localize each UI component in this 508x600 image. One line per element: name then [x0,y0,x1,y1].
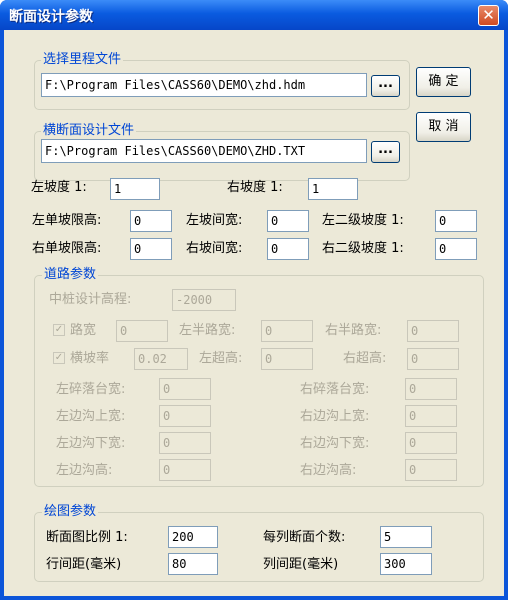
close-button[interactable]: ✕ [478,5,499,26]
right-superelevation-label: 右超高: [343,351,387,366]
left-ditch-bottom-input[interactable]: 0 [159,432,211,454]
left-ditch-bottom-label: 左边沟下宽: [56,436,126,451]
right-single-limit-label: 右单坡限高: [32,241,102,256]
road-width-input[interactable]: 0 [116,320,168,342]
right-slope-width-label: 右坡间宽: [186,241,243,256]
dialog-window: 断面设计参数 ✕ 选择里程文件 F:\Program Files\CASS60\… [0,0,508,600]
cancel-button[interactable]: 取 消 [416,112,471,142]
right-half-width-input[interactable]: 0 [407,320,459,342]
left-superelevation-label: 左超高: [199,351,243,366]
left-slope-label: 左坡度 1: [31,180,87,195]
cross-slope-label: 横坡率 [70,351,110,366]
road-params-title: 道路参数 [42,267,99,283]
road-width-checkbox[interactable]: ✓ [53,324,65,336]
sections-per-column-label: 每列断面个数: [263,530,346,545]
cross-slope-checkbox[interactable]: ✓ [53,352,65,364]
right-ditch-bottom-label: 右边沟下宽: [300,436,370,451]
mileage-file-input[interactable]: F:\Program Files\CASS60\DEMO\zhd.hdm [41,73,367,97]
column-spacing-label: 列间距(毫米) [263,557,339,572]
right-platform-width-label: 右碎落台宽: [300,382,370,397]
column-spacing-input[interactable]: 300 [380,553,432,575]
left-superelevation-input[interactable]: 0 [261,348,313,370]
ok-button[interactable]: 确 定 [416,67,471,97]
plot-params-title: 绘图参数 [42,504,99,520]
left-ditch-height-label: 左边沟高: [56,463,113,478]
right-ditch-top-input[interactable]: 0 [405,405,457,427]
sections-per-column-input[interactable]: 5 [380,526,432,548]
section-scale-input[interactable]: 200 [168,526,218,548]
right-slope-width-input[interactable]: 0 [267,238,309,260]
right-second-slope-input[interactable]: 0 [435,238,477,260]
right-ditch-height-label: 右边沟高: [300,463,357,478]
left-second-slope-input[interactable]: 0 [435,210,477,232]
title-bar[interactable]: 断面设计参数 ✕ [0,0,508,30]
section-file-title: 横断面设计文件 [41,123,137,139]
left-half-width-label: 左半路宽: [179,323,236,338]
left-platform-width-input[interactable]: 0 [159,378,211,400]
row-spacing-label: 行间距(毫米) [46,557,122,572]
right-single-limit-input[interactable]: 0 [130,238,172,260]
left-platform-width-label: 左碎落台宽: [56,382,126,397]
right-ditch-bottom-input[interactable]: 0 [405,432,457,454]
left-second-slope-label: 左二级坡度 1: [322,213,404,228]
section-file-input[interactable]: F:\Program Files\CASS60\DEMO\ZHD.TXT [41,139,367,163]
right-half-width-label: 右半路宽: [325,323,382,338]
left-single-limit-input[interactable]: 0 [130,210,172,232]
left-slope-width-label: 左坡间宽: [186,213,243,228]
section-browse-button[interactable]: ... [371,141,400,163]
dialog-client: 选择里程文件 F:\Program Files\CASS60\DEMO\zhd.… [4,30,504,596]
right-ditch-top-label: 右边沟上宽: [300,409,370,424]
row-spacing-input[interactable]: 80 [168,553,218,575]
cross-slope-input[interactable]: 0.02 [134,348,188,370]
left-slope-input[interactable]: 1 [110,178,160,200]
right-superelevation-input[interactable]: 0 [407,348,459,370]
check-icon: ✓ [54,352,64,363]
left-ditch-height-input[interactable]: 0 [159,459,211,481]
check-icon: ✓ [54,324,64,335]
center-design-input[interactable]: -2000 [172,289,236,311]
window-title: 断面设计参数 [9,9,93,25]
road-width-label: 路宽 [70,323,97,338]
section-scale-label: 断面图比例 1: [46,530,128,545]
close-icon: ✕ [482,6,495,24]
right-ditch-height-input[interactable]: 0 [405,459,457,481]
left-half-width-input[interactable]: 0 [261,320,313,342]
center-design-label: 中桩设计高程: [49,292,132,307]
left-single-limit-label: 左单坡限高: [32,213,102,228]
left-ditch-top-label: 左边沟上宽: [56,409,126,424]
right-slope-label: 右坡度 1: [227,180,283,195]
mileage-browse-button[interactable]: ... [371,75,400,97]
mileage-file-title: 选择里程文件 [41,52,124,68]
right-slope-input[interactable]: 1 [308,178,358,200]
left-slope-width-input[interactable]: 0 [267,210,309,232]
left-ditch-top-input[interactable]: 0 [159,405,211,427]
right-platform-width-input[interactable]: 0 [405,378,457,400]
right-second-slope-label: 右二级坡度 1: [322,241,404,256]
